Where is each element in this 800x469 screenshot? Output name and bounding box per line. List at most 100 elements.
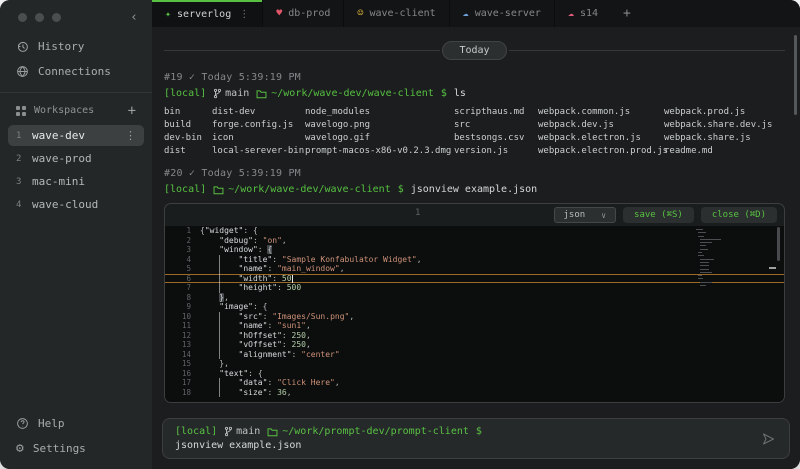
code-text: "alignment": "center" bbox=[200, 350, 340, 360]
editor-scrollbar[interactable] bbox=[777, 227, 780, 261]
close-window-icon[interactable] bbox=[18, 13, 27, 22]
command-time: Today 5:39:19 PM bbox=[201, 168, 301, 179]
tab-db-prod[interactable]: ♥db-prod bbox=[262, 0, 343, 27]
sidebar-item-label: History bbox=[38, 40, 84, 53]
zoom-window-icon[interactable] bbox=[52, 13, 61, 22]
prompt-dollar: $ bbox=[441, 88, 447, 99]
file-name: webpack.electron.prod.js bbox=[538, 145, 664, 158]
branch-name: main bbox=[225, 88, 249, 99]
check-icon: ✓ bbox=[189, 168, 195, 179]
tab-bar: ✦serverlog⋮♥db-prod☺wave-client☁wave-ser… bbox=[152, 0, 800, 27]
workspace-item-wave-prod[interactable]: 2wave-prod bbox=[8, 148, 144, 169]
prompt-dollar: $ bbox=[476, 426, 482, 437]
send-icon[interactable] bbox=[761, 431, 776, 446]
code-line: 17 "data": "Click Here", bbox=[165, 378, 784, 388]
line-number: 11 bbox=[165, 321, 191, 331]
line-number: 14 bbox=[165, 350, 191, 360]
mode-select[interactable]: json ∨ bbox=[554, 207, 617, 223]
code-text: "size": 36, bbox=[200, 388, 292, 398]
workspace-item-mac-mini[interactable]: 3mac-mini bbox=[8, 171, 144, 192]
path-text: ~/work/wave-dev/wave-client bbox=[228, 184, 391, 195]
command-prompt-line: [local] ~/work/wave-dev/wave-client $ js… bbox=[164, 184, 785, 195]
separator-line bbox=[509, 50, 785, 51]
cwd-path: ~/work/prompt-dev/prompt-client bbox=[267, 426, 469, 437]
code-text: "height": 500 bbox=[200, 283, 301, 293]
line-number: 3 bbox=[165, 245, 191, 255]
tab-wave-server[interactable]: ☁wave-server bbox=[449, 0, 554, 27]
line-number: 16 bbox=[165, 369, 191, 379]
main-scrollbar[interactable] bbox=[794, 35, 797, 115]
cwd-path: ~/work/wave-dev/wave-client bbox=[256, 88, 434, 99]
main-area: ✦serverlog⋮♥db-prod☺wave-client☁wave-ser… bbox=[152, 0, 800, 469]
sidebar-item-help[interactable]: Help bbox=[0, 411, 152, 436]
path-text: ~/work/wave-dev/wave-client bbox=[271, 88, 434, 99]
face-icon: ☺ bbox=[357, 9, 363, 19]
folder-icon bbox=[213, 185, 224, 195]
tab-serverlog[interactable]: ✦serverlog⋮ bbox=[152, 0, 262, 27]
sidebar-item-label: Settings bbox=[33, 442, 86, 455]
tab-wave-client[interactable]: ☺wave-client bbox=[343, 0, 448, 27]
mode-select-value: json bbox=[564, 210, 586, 220]
code-line: 18 "size": 36, bbox=[165, 388, 784, 398]
line-number: 15 bbox=[165, 359, 191, 369]
command-prompt-line: [local] main ~/work/wave-dev/wave-client… bbox=[164, 88, 785, 99]
file-name: webpack.prod.js bbox=[664, 106, 785, 119]
folder-icon bbox=[256, 89, 267, 99]
sidebar: ‹ History Connections Workspaces + 1wave… bbox=[0, 0, 152, 469]
code-line: 11 "name": "sun1", bbox=[165, 321, 784, 331]
code-line: 4 "title": "Sample Konfabulator Widget", bbox=[165, 255, 784, 265]
add-workspace-button[interactable]: + bbox=[128, 106, 136, 116]
save-button[interactable]: save (⌘S) bbox=[623, 207, 694, 223]
file-name: src bbox=[454, 119, 538, 132]
command-input[interactable]: jsonview example.json bbox=[175, 440, 745, 451]
minimap-line bbox=[700, 265, 708, 266]
minimap-line bbox=[700, 272, 712, 273]
code-line: 14 "alignment": "center" bbox=[165, 350, 784, 360]
minimap[interactable] bbox=[696, 229, 772, 288]
code-line: 7 "height": 500 bbox=[165, 283, 784, 293]
git-branch: main bbox=[224, 426, 260, 437]
line-number: 17 bbox=[165, 378, 191, 388]
minimap-line bbox=[700, 249, 707, 250]
workspace-list: 1wave-dev⋮2wave-prod3mac-mini4wave-cloud bbox=[0, 123, 152, 217]
host-label: [local] bbox=[164, 184, 206, 195]
workspace-item-wave-dev[interactable]: 1wave-dev⋮ bbox=[8, 125, 144, 146]
command-input-box[interactable]: [local] main ~/work/prompt-dev/prompt-cl… bbox=[162, 418, 790, 459]
minimap-line bbox=[700, 285, 706, 286]
code-text: "data": "Click Here", bbox=[200, 378, 340, 388]
collapse-sidebar-icon[interactable]: ‹ bbox=[130, 13, 138, 22]
command-meta: #19 ✓ Today 5:39:19 PM bbox=[164, 72, 785, 83]
line-number: 13 bbox=[165, 340, 191, 350]
line-number: 5 bbox=[165, 264, 191, 274]
new-tab-button[interactable]: + bbox=[611, 6, 643, 21]
code-text: "text": { bbox=[200, 369, 263, 379]
line-number: 6 bbox=[165, 275, 191, 283]
line-number: 18 bbox=[165, 388, 191, 398]
code-line: 5 "name": "main_window", bbox=[165, 264, 784, 274]
workspace-number: 4 bbox=[16, 200, 23, 210]
workspace-item-wave-cloud[interactable]: 4wave-cloud bbox=[8, 194, 144, 215]
workspace-label: mac-mini bbox=[32, 175, 85, 188]
line-number: 4 bbox=[165, 255, 191, 265]
today-pill[interactable]: Today bbox=[442, 41, 506, 60]
tab-menu-icon[interactable]: ⋮ bbox=[239, 9, 249, 20]
cloud-icon: ☁ bbox=[463, 9, 469, 19]
line-number: 9 bbox=[165, 302, 191, 312]
tab-s14[interactable]: ☁s14 bbox=[554, 0, 611, 27]
close-button[interactable]: close (⌘D) bbox=[701, 207, 777, 223]
line-number: 7 bbox=[165, 283, 191, 293]
sidebar-item-history[interactable]: History bbox=[0, 34, 152, 59]
sidebar-item-connections[interactable]: Connections bbox=[0, 59, 152, 84]
sidebar-item-settings[interactable]: ⚙ Settings bbox=[0, 436, 152, 461]
terminal-scroll-area: Today #19 ✓ Today 5:39:19 PM [local] mai… bbox=[152, 27, 800, 412]
file-name: webpack.share.js bbox=[664, 132, 785, 145]
code-editor[interactable]: 1{"widget": {2 "debug": "on",3 "window":… bbox=[165, 226, 784, 402]
workspace-menu-icon[interactable]: ⋮ bbox=[125, 129, 136, 142]
file-name: webpack.electron.js bbox=[538, 132, 664, 145]
workspaces-icon bbox=[16, 106, 26, 116]
indent-guide bbox=[219, 255, 220, 293]
minimize-window-icon[interactable] bbox=[35, 13, 44, 22]
app-window: ‹ History Connections Workspaces + 1wave… bbox=[0, 0, 800, 469]
jsonview-controls: json ∨ save (⌘S) close (⌘D) bbox=[554, 207, 777, 223]
line-number: 10 bbox=[165, 312, 191, 322]
